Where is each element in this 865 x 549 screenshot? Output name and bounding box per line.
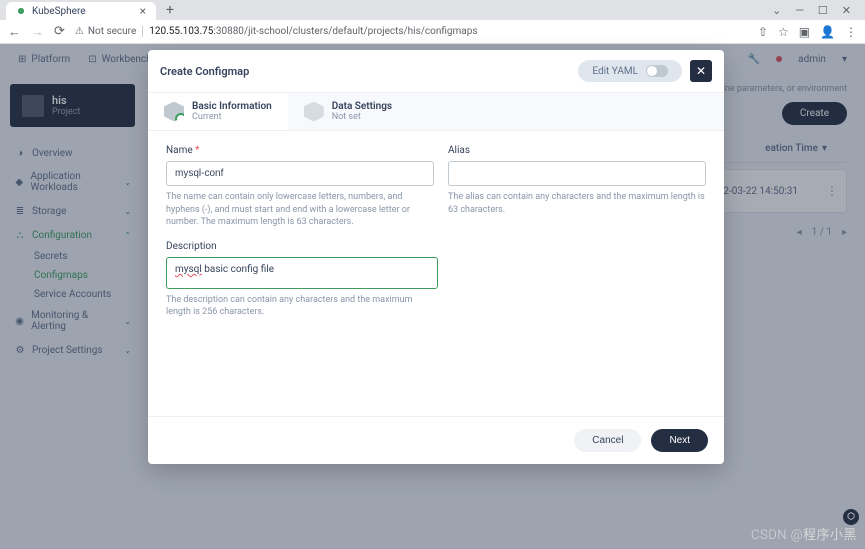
- tab-basic-info[interactable]: Basic Information Current: [148, 93, 288, 130]
- next-button[interactable]: Next: [651, 429, 708, 452]
- warning-icon: ⚠: [75, 26, 84, 37]
- description-hint: The description can contain any characte…: [166, 294, 438, 319]
- description-input[interactable]: mysql basic config file: [166, 257, 438, 289]
- edit-yaml-toggle[interactable]: Edit YAML: [578, 60, 682, 82]
- modal-body: Name * The name can contain only lowerca…: [148, 131, 724, 416]
- bookmark-icon[interactable]: ☆: [778, 25, 789, 39]
- back-button[interactable]: ←: [8, 24, 21, 40]
- modal-header: Create Configmap Edit YAML ✕: [148, 50, 724, 92]
- alias-label: Alias: [448, 145, 706, 156]
- watermark: CSDN @程序小黑: [751, 524, 857, 543]
- extensions-icon[interactable]: ▣: [799, 25, 810, 39]
- browser-toolbar: ← → ⟳ ⚠ Not secure 120.55.103.75:30880/j…: [0, 20, 865, 44]
- browser-tab-strip: KubeSphere × + ⌄ — ☐ ✕: [0, 0, 865, 20]
- profile-icon[interactable]: 👤: [820, 25, 835, 39]
- description-label: Description: [166, 241, 438, 252]
- minimize-icon[interactable]: —: [795, 4, 804, 17]
- data-settings-icon: [304, 102, 324, 122]
- security-indicator[interactable]: ⚠ Not secure: [75, 26, 143, 37]
- modal-title: Create Configmap: [160, 65, 249, 78]
- tab-data-settings[interactable]: Data Settings Not set: [288, 93, 408, 130]
- new-tab-button[interactable]: +: [160, 2, 180, 18]
- tab-title: KubeSphere: [32, 6, 86, 17]
- help-button[interactable]: ⬡: [843, 509, 859, 525]
- forward-button[interactable]: →: [31, 24, 44, 40]
- modal-tabs: Basic Information Current Data Settings …: [148, 92, 724, 131]
- close-window-icon[interactable]: ✕: [842, 4, 851, 17]
- maximize-icon[interactable]: ☐: [818, 4, 828, 17]
- cancel-button[interactable]: Cancel: [574, 429, 641, 452]
- url-text: 120.55.103.75:30880/jit-school/clusters/…: [149, 26, 477, 37]
- name-hint: The name can contain only lowercase lett…: [166, 191, 434, 229]
- address-bar[interactable]: ⚠ Not secure 120.55.103.75:30880/jit-sch…: [75, 26, 748, 37]
- alias-input[interactable]: [448, 161, 706, 186]
- alias-hint: The alias can contain any characters and…: [448, 191, 706, 216]
- create-configmap-modal: Create Configmap Edit YAML ✕ Basic Infor…: [148, 50, 724, 464]
- basic-info-icon: [164, 102, 184, 122]
- name-label: Name *: [166, 145, 434, 156]
- browser-tab[interactable]: KubeSphere ×: [6, 2, 156, 20]
- window-controls: ⌄ — ☐ ✕: [772, 4, 859, 17]
- close-modal-button[interactable]: ✕: [690, 60, 712, 82]
- close-tab-icon[interactable]: ×: [140, 4, 146, 18]
- close-icon: ✕: [696, 64, 706, 78]
- modal-footer: Cancel Next: [148, 416, 724, 464]
- favicon: [16, 6, 26, 16]
- toggle-switch[interactable]: [646, 65, 668, 77]
- share-icon[interactable]: ⇧: [758, 25, 768, 39]
- chevron-down-icon[interactable]: ⌄: [772, 4, 781, 17]
- name-input[interactable]: [166, 161, 434, 186]
- menu-icon[interactable]: ⋮: [845, 25, 857, 39]
- reload-button[interactable]: ⟳: [54, 24, 65, 39]
- modal-overlay[interactable]: Create Configmap Edit YAML ✕ Basic Infor…: [0, 44, 865, 549]
